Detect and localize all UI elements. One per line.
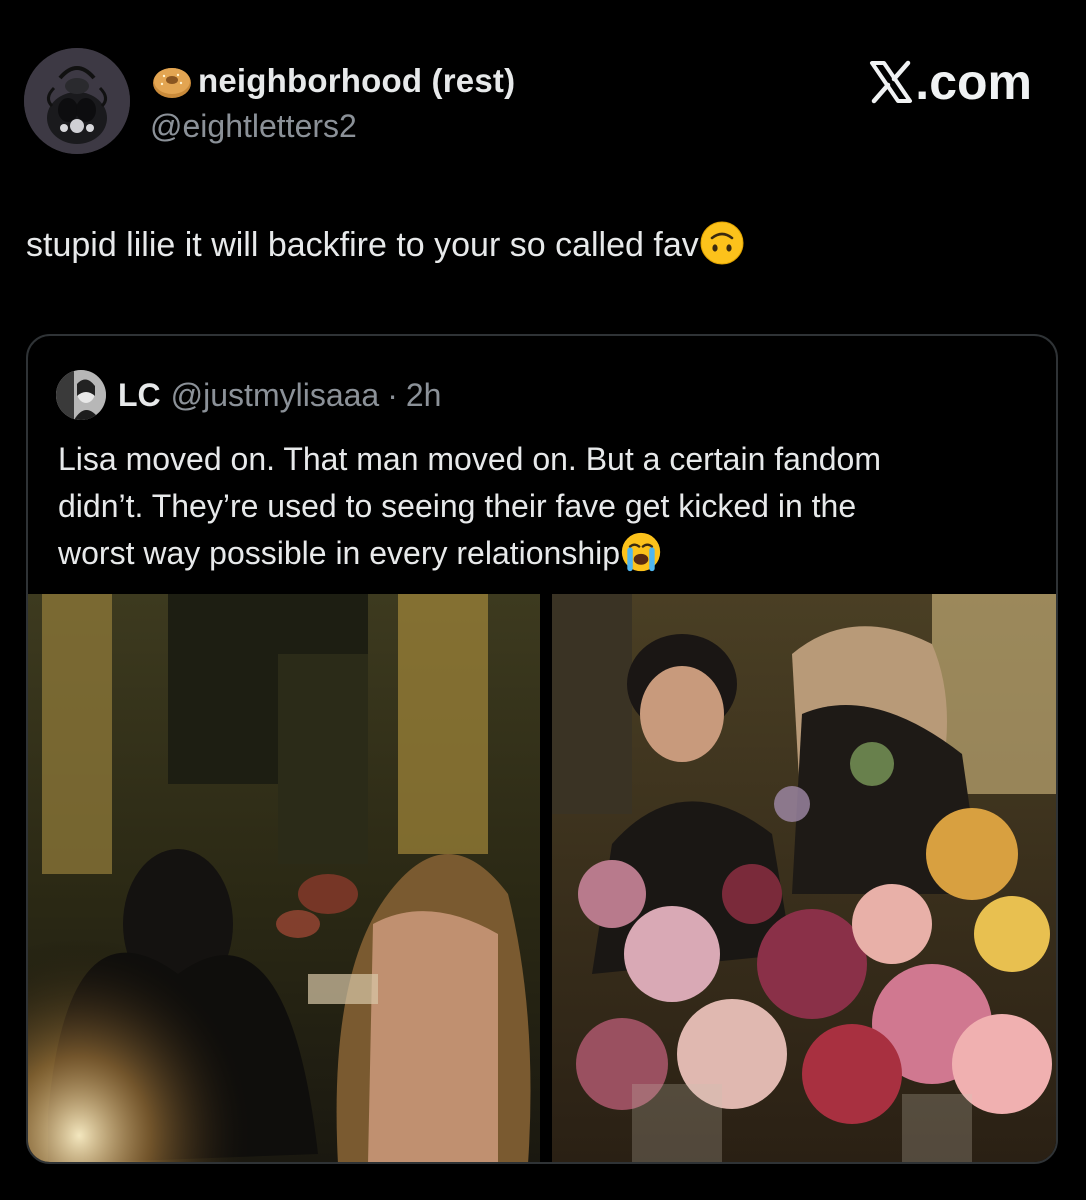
quoted-text: Lisa moved on. That man moved on. But a …: [58, 436, 1038, 577]
brand-watermark: .com: [868, 54, 1032, 110]
quoted-separator: ·: [387, 376, 398, 413]
quoted-avatar[interactable]: [56, 370, 106, 420]
quoted-text-line: didn’t. They’re used to seeing their fav…: [58, 488, 857, 524]
author-name-row[interactable]: neighborhood (rest): [150, 58, 515, 104]
quoted-timestamp: 2h: [405, 376, 442, 413]
x-logo-icon: [870, 60, 913, 104]
upside-down-face-icon: [699, 220, 745, 266]
brand-label: .com: [915, 54, 1032, 110]
quoted-text-line: Lisa moved on. That man moved on. But a …: [58, 441, 881, 477]
quoted-photo-left[interactable]: [28, 594, 540, 1162]
tweet-body: stupid lilie it will backfire to your so…: [26, 226, 699, 264]
author-avatar[interactable]: [24, 48, 130, 154]
bagel-icon: [150, 59, 194, 103]
dinner-photo-right: [552, 594, 1056, 1162]
quoted-photo-right[interactable]: [552, 594, 1056, 1162]
tweet-text: stupid lilie it will backfire to your so…: [26, 220, 745, 269]
avatar-image: [24, 48, 130, 154]
quoted-handle: @justmylisaaa: [170, 376, 380, 413]
quoted-post[interactable]: LC @justmylisaaa · 2h Lisa moved on. Tha…: [26, 334, 1058, 1164]
quoted-header: LC @justmylisaaa · 2h: [56, 366, 441, 424]
quoted-text-line-last: worst way possible in every relationship: [58, 530, 1038, 577]
quoted-display-name: LC: [118, 376, 161, 413]
dinner-photo-left: [28, 594, 540, 1162]
loudly-crying-face-icon: [620, 531, 662, 573]
author-display-name: neighborhood (rest): [198, 62, 516, 99]
quoted-text-line-body: worst way possible in every relationship: [58, 535, 621, 571]
author-handle[interactable]: @eightletters2: [150, 108, 357, 145]
